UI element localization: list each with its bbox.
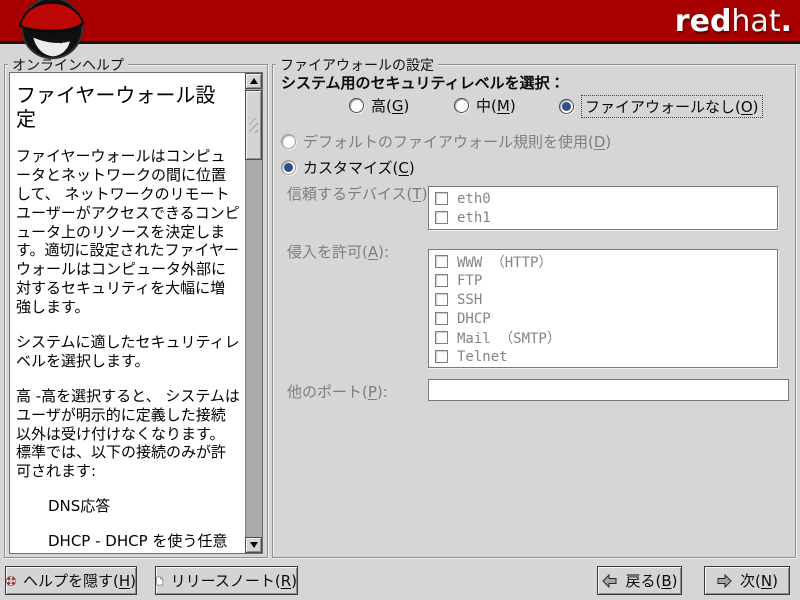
allow-incoming-list[interactable]: WWW （HTTP） FTP SSH DHCP Mail （SMTP） Teln…	[428, 249, 778, 368]
security-level-label: システム用のセキュリティレベルを選択：	[281, 74, 565, 92]
firewall-config-panel: ファイアウォールの設定 システム用のセキュリティレベルを選択： 高(G) 中(M…	[272, 55, 796, 558]
release-notes-button[interactable]: リリースノート(R)	[155, 566, 298, 595]
arrow-right-icon	[717, 573, 732, 588]
lifebuoy-icon	[6, 575, 16, 586]
next-button[interactable]: 次(N)	[704, 566, 790, 595]
help-scrollbar[interactable]	[245, 73, 262, 553]
arrow-up-icon	[249, 78, 258, 84]
radio-default-rules-label: デフォルトのファイアウォール規則を使用(D)	[303, 133, 612, 151]
checkbox-icon[interactable]	[435, 312, 448, 325]
list-item-dhcp[interactable]: DHCP	[435, 309, 777, 328]
list-item-eth1[interactable]: eth1	[435, 208, 777, 227]
help-paragraph: システムに適したセキュリティレベルを選択します。	[16, 333, 240, 370]
radio-medium[interactable]: 中(M)	[454, 95, 516, 116]
radio-high-label: 高(G)	[371, 97, 410, 115]
installer-window: redhat. オンラインヘルプ ファイヤーウォール設定 ファイヤーウォールはコ…	[0, 0, 800, 600]
list-item-www[interactable]: WWW （HTTP）	[435, 252, 777, 271]
service-label: SSH	[457, 291, 483, 308]
radio-selected-icon[interactable]	[281, 160, 296, 175]
help-list-item: DNS応答	[48, 497, 111, 516]
arrow-down-icon	[249, 542, 258, 548]
scrollbar-thumb[interactable]	[245, 90, 262, 160]
allow-incoming-label: 侵入を許可(A):	[287, 243, 390, 261]
checkbox-icon[interactable]	[435, 211, 448, 224]
back-label: 戻る(B)	[625, 572, 678, 590]
release-notes-label: リリースノート(R)	[170, 572, 297, 590]
checkbox-icon[interactable]	[435, 293, 448, 306]
header-divider	[0, 41, 800, 44]
online-help-panel: オンラインヘルプ ファイヤーウォール設定 ファイヤーウォールはコンピュータとネッ…	[4, 55, 268, 558]
radio-no-firewall-label: ファイアウォールなし(O)	[581, 95, 763, 118]
radio-default-rules[interactable]: デフォルトのファイアウォール規則を使用(D)	[281, 131, 611, 152]
help-list-item: DHCP - DHCP を使う任意のネットワークインタフェースを適切に設定されま…	[24, 532, 233, 553]
radio-icon[interactable]	[349, 98, 364, 113]
redhat-shadowman-logo-icon	[19, 0, 85, 60]
radio-selected-icon[interactable]	[559, 99, 574, 114]
hide-help-button[interactable]: ヘルプを隠す(H)	[5, 566, 137, 595]
help-paragraph: 高 -高を選択すると、 システムはユーザが明示的に定義した接続以外は受け付けなく…	[16, 386, 240, 481]
radio-medium-label: 中(M)	[476, 97, 516, 115]
scroll-down-button[interactable]	[245, 537, 262, 553]
list-item-ftp[interactable]: FTP	[435, 271, 777, 290]
back-button[interactable]: 戻る(B)	[597, 566, 682, 595]
help-title: ファイヤーウォール設定	[16, 83, 216, 131]
help-paragraph: ファイヤーウォールはコンピュータとネットワークの間に位置して、 ネットワークのリ…	[16, 147, 240, 317]
service-label: Telnet	[457, 348, 508, 365]
checkbox-icon[interactable]	[435, 350, 448, 363]
other-ports-input[interactable]	[428, 379, 789, 401]
device-label: eth1	[457, 209, 491, 226]
arrow-left-icon	[602, 573, 617, 588]
radio-customize[interactable]: カスタマイズ(C)	[281, 157, 415, 178]
scrollbar-grip-icon	[249, 117, 258, 133]
checkbox-icon[interactable]	[435, 274, 448, 287]
service-label: Mail （SMTP）	[457, 330, 561, 347]
list-item-telnet[interactable]: Telnet	[435, 347, 777, 366]
checkbox-icon[interactable]	[435, 255, 448, 268]
checkbox-icon[interactable]	[435, 331, 448, 344]
list-item-ssh[interactable]: SSH	[435, 290, 777, 309]
trusted-devices-list[interactable]: eth0 eth1	[428, 186, 778, 230]
other-ports-label: 他のポート(P):	[287, 383, 388, 401]
radio-customize-label: カスタマイズ(C)	[303, 159, 415, 177]
document-icon	[156, 575, 164, 585]
help-content-area: ファイヤーウォール設定 ファイヤーウォールはコンピュータとネットワークの間に位置…	[9, 72, 263, 554]
service-label: WWW （HTTP）	[457, 254, 553, 271]
list-item-mail[interactable]: Mail （SMTP）	[435, 328, 777, 347]
radio-icon[interactable]	[454, 98, 469, 113]
radio-high[interactable]: 高(G)	[349, 95, 409, 116]
device-label: eth0	[457, 190, 491, 207]
scroll-up-button[interactable]	[245, 73, 262, 89]
next-label: 次(N)	[740, 572, 778, 590]
checkbox-icon[interactable]	[435, 192, 448, 205]
service-label: FTP	[457, 272, 483, 289]
list-item-eth0[interactable]: eth0	[435, 189, 777, 208]
redhat-wordmark: redhat.	[674, 4, 792, 39]
service-label: DHCP	[457, 310, 491, 327]
help-text: ファイヤーウォール設定 ファイヤーウォールはコンピュータとネットワークの間に位置…	[16, 75, 240, 553]
radio-no-firewall[interactable]: ファイアウォールなし(O)	[559, 95, 763, 118]
trusted-devices-label: 信頼するデバイス(T):	[287, 185, 432, 203]
radio-icon[interactable]	[281, 134, 296, 149]
hide-help-label: ヘルプを隠す(H)	[23, 572, 136, 590]
